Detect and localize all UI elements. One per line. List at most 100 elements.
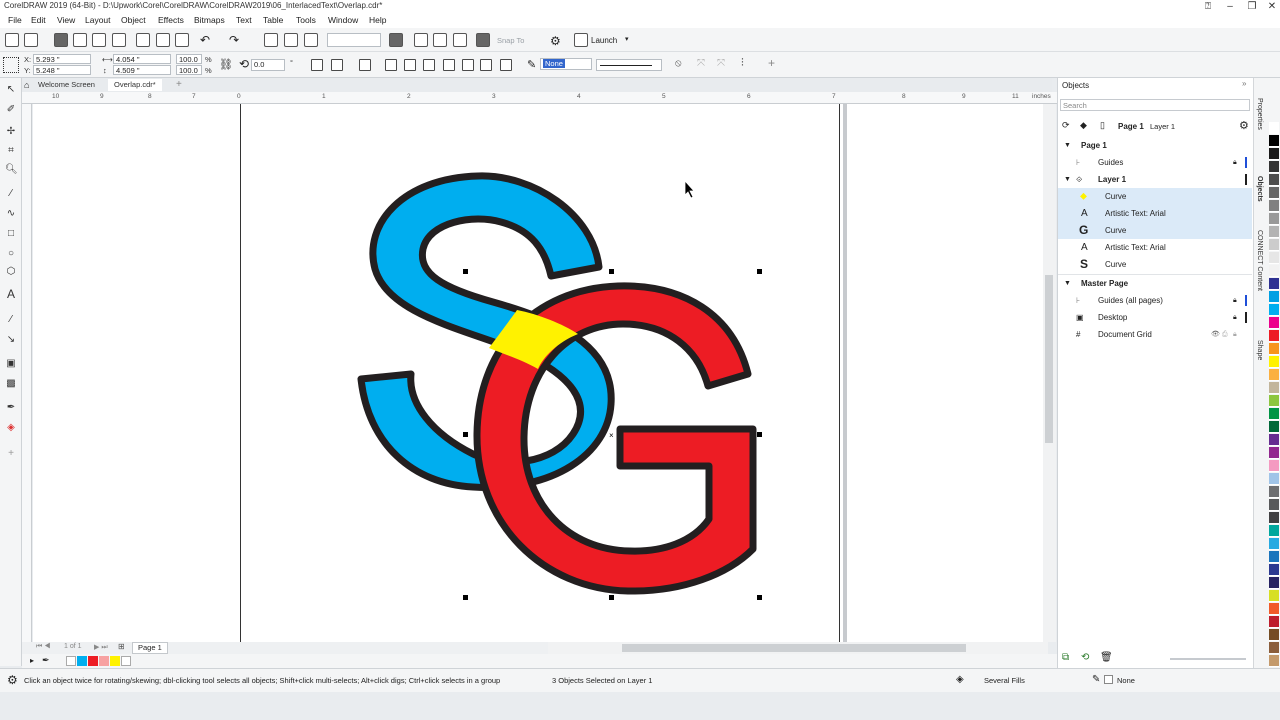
menu-window[interactable]: Window — [328, 15, 358, 25]
help-icon[interactable]: ⍰ — [1198, 0, 1218, 14]
show-rulers-icon[interactable] — [414, 33, 428, 47]
objects-search-input[interactable]: Search — [1060, 99, 1250, 111]
swatch-red[interactable] — [88, 656, 98, 666]
menu-object[interactable]: Object — [121, 15, 146, 25]
new-master-layer-icon[interactable]: ⟲ — [1081, 652, 1089, 663]
show-guidelines-icon[interactable] — [453, 33, 467, 47]
expand-arrow-icon[interactable]: ▼ — [1064, 275, 1071, 292]
tree-row-guides[interactable]: ⊦ Guides 🔒︎ — [1058, 154, 1252, 171]
publish-pdf-icon[interactable] — [304, 33, 318, 47]
eye-icon[interactable]: 👁︎ — [1211, 326, 1220, 343]
tab-objects[interactable]: Objects — [1256, 176, 1263, 202]
interactive-fill-icon[interactable]: ◈ — [5, 422, 17, 434]
show-grid-icon[interactable] — [433, 33, 447, 47]
lock-ratio-icon[interactable]: ⛓ — [219, 58, 233, 71]
freehand-tool-icon[interactable]: ∕ — [5, 188, 17, 200]
cut-icon[interactable] — [136, 33, 150, 47]
text-tool-icon[interactable]: A — [5, 288, 17, 300]
menu-edit[interactable]: Edit — [31, 15, 46, 25]
new-tab-button[interactable]: + — [176, 79, 182, 90]
quick-customize-icon[interactable]: ⤧ — [717, 58, 725, 69]
outline-icon[interactable]: ✎ — [1092, 674, 1100, 685]
palette-swatch[interactable] — [1269, 278, 1279, 290]
swatch-yellow[interactable] — [110, 656, 120, 666]
quick-customize-add-icon[interactable]: + — [5, 448, 17, 460]
menu-help[interactable]: Help — [369, 15, 386, 25]
palette-swatch[interactable] — [1269, 226, 1279, 238]
group-icon[interactable] — [359, 59, 371, 71]
wrap-text-icon[interactable]: ⦸ — [675, 58, 682, 69]
selection-center-marker[interactable]: × — [609, 431, 614, 440]
page-icon[interactable]: ▯ — [1100, 120, 1105, 131]
tree-row-guides-all[interactable]: ⊦ Guides (all pages) 🔒︎ — [1058, 292, 1252, 309]
menu-view[interactable]: View — [57, 15, 75, 25]
close-button[interactable]: ✕ — [1262, 0, 1280, 14]
palette-swatch[interactable] — [1269, 304, 1279, 316]
mirror-horizontal-icon[interactable] — [311, 59, 323, 71]
expand-arrow-icon[interactable]: ▼ — [1064, 171, 1071, 188]
tree-row-artistic-text-2[interactable]: A Artistic Text: Arial — [1058, 239, 1252, 256]
outline-color-swatch[interactable] — [1104, 675, 1113, 684]
connector-tool-icon[interactable]: ↘ — [5, 334, 17, 346]
palette-swatch[interactable] — [1269, 317, 1279, 329]
y-position-field[interactable]: 5.248 " — [33, 65, 91, 75]
tree-row-document-grid[interactable]: # Document Grid 👁︎ ⎙ 🔒︎ — [1058, 326, 1252, 343]
palette-swatch[interactable] — [1269, 408, 1279, 420]
tree-row-layer-1[interactable]: ▼ ⟐ Layer 1 — [1058, 171, 1252, 188]
scale-width-field[interactable]: 100.0 — [176, 54, 202, 64]
palette-swatch[interactable] — [1269, 291, 1279, 303]
selection-handle[interactable] — [609, 269, 614, 274]
palette-swatch[interactable] — [1269, 200, 1279, 212]
tree-row-curve-yellow[interactable]: ⬥ Curve — [1058, 188, 1252, 205]
palette-swatch[interactable] — [1269, 213, 1279, 225]
palette-swatch[interactable] — [1269, 564, 1279, 576]
selection-handle[interactable] — [463, 595, 468, 600]
drop-shadow-icon[interactable]: ▣ — [5, 358, 17, 370]
collapse-docker-icon[interactable]: » — [1242, 79, 1246, 88]
intersect-icon[interactable] — [462, 59, 474, 71]
palette-swatch[interactable] — [1269, 135, 1279, 147]
tree-row-page-1[interactable]: ▼ Page 1 — [1058, 137, 1252, 154]
palette-swatch[interactable] — [1269, 330, 1279, 342]
x-position-field[interactable]: 5.293 " — [33, 54, 91, 64]
next-page-icon[interactable]: ▶ ⏭ — [94, 643, 108, 652]
menu-table[interactable]: Table — [263, 15, 283, 25]
object-origin-icon[interactable] — [3, 57, 19, 73]
shape-tool-icon[interactable]: ✢ — [5, 126, 17, 138]
new-document-icon[interactable] — [5, 33, 19, 47]
home-icon[interactable]: ⌂ — [24, 80, 29, 90]
menu-file[interactable]: File — [8, 15, 22, 25]
simplify-icon[interactable] — [480, 59, 492, 71]
vertical-ruler[interactable] — [22, 104, 32, 642]
pick-tool-icon[interactable]: ↖ — [5, 84, 17, 96]
rotation-field[interactable]: 0.0 — [251, 59, 285, 71]
status-gear-icon[interactable]: ⚙ — [7, 673, 18, 687]
palette-swatch[interactable] — [1269, 447, 1279, 459]
delete-icon[interactable]: 🗑︎ — [1100, 652, 1113, 663]
palette-swatch[interactable] — [1269, 655, 1279, 667]
undo-icon[interactable]: ↶ — [200, 33, 210, 47]
outline-width-dropdown[interactable]: None — [540, 58, 592, 70]
break-apart-icon[interactable] — [404, 59, 416, 71]
export-icon[interactable] — [112, 33, 126, 47]
swatch-white[interactable] — [121, 656, 131, 666]
chevron-down-icon[interactable]: ▾ — [625, 35, 629, 43]
palette-swatch[interactable] — [1269, 369, 1279, 381]
parallel-dimension-icon[interactable]: ⁄ — [5, 314, 17, 326]
add-page-icon[interactable]: ⊞ — [118, 642, 125, 651]
width-field[interactable]: 4.054 " — [113, 54, 171, 64]
palette-swatch[interactable] — [1269, 499, 1279, 511]
palette-swatch[interactable] — [1269, 265, 1279, 277]
selection-handle[interactable] — [463, 269, 468, 274]
menu-effects[interactable]: Effects — [158, 15, 184, 25]
new-layer-icon[interactable]: ⧉ — [1062, 652, 1069, 663]
expand-arrow-icon[interactable]: ▼ — [1064, 137, 1071, 154]
vertical-scroll-thumb[interactable] — [1045, 275, 1053, 443]
snap-to-dropdown[interactable]: Snap To — [497, 36, 524, 45]
search-content-icon[interactable] — [73, 33, 87, 47]
tab-overlap[interactable]: Overlap.cdr* — [108, 79, 162, 91]
palette-swatch[interactable] — [1269, 343, 1279, 355]
palette-swatch[interactable] — [1269, 551, 1279, 563]
horizontal-scroll-thumb[interactable] — [622, 644, 966, 652]
horizontal-ruler[interactable]: 10 9 8 7 0 1 2 3 4 5 6 7 8 9 11 inches — [22, 92, 1057, 104]
